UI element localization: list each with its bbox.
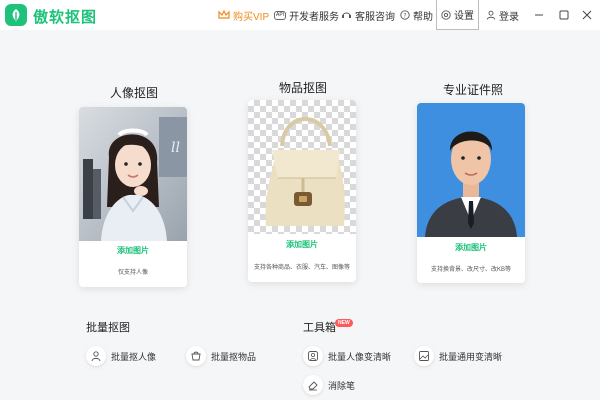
batch-object-label: 批量抠物品 bbox=[211, 351, 257, 362]
svg-text:ll: ll bbox=[171, 140, 180, 156]
title-bar: 傲软抠图 购买VIP API 开发者服务 客服咨询 ? 帮助 设置 登录 bbox=[0, 0, 600, 30]
id-photo-sample-image bbox=[417, 103, 525, 237]
batch-general-enhance-button[interactable]: 批量通用变清晰 bbox=[414, 345, 502, 367]
object-add-image-button[interactable]: 添加图片 bbox=[248, 239, 356, 250]
minimize-button[interactable] bbox=[531, 7, 547, 23]
object-desc: 支持各种商品、衣服、汽车、图像等 bbox=[253, 265, 350, 271]
id-photo-title: 专业证件照 bbox=[443, 83, 504, 97]
id-photo-desc: 支持换背景、改尺寸、改KB等 bbox=[430, 267, 511, 273]
help-button[interactable]: ? 帮助 bbox=[400, 7, 433, 23]
settings-button[interactable]: 设置 bbox=[436, 0, 479, 30]
maximize-icon bbox=[559, 10, 569, 20]
image-enhance-icon bbox=[414, 346, 434, 366]
portrait-sample-image: ll bbox=[79, 107, 187, 241]
batch-portrait-enhance-label: 批量人像变清晰 bbox=[328, 351, 392, 362]
developer-service-label: 开发者服务 bbox=[289, 11, 340, 23]
customer-service-button[interactable]: 客服咨询 bbox=[341, 7, 395, 23]
batch-portrait-enhance-button[interactable]: 批量人像变清晰 bbox=[303, 345, 391, 367]
help-label: 帮助 bbox=[413, 11, 433, 23]
object-cutout-card[interactable]: 添加图片 支持各种商品、衣服、汽车、图像等 bbox=[248, 100, 356, 282]
portrait-add-image-button[interactable]: 添加图片 bbox=[79, 245, 187, 256]
toolbox-section-title: 工具箱 bbox=[303, 322, 336, 334]
bag-sample-image bbox=[248, 100, 356, 234]
batch-object-icon bbox=[186, 346, 206, 366]
gear-icon bbox=[441, 9, 451, 20]
batch-object-button[interactable]: 批量抠物品 bbox=[186, 345, 256, 367]
portrait-enhance-icon bbox=[303, 346, 323, 366]
batch-section-title: 批量抠图 bbox=[86, 322, 130, 334]
portrait-cutout-title: 人像抠图 bbox=[110, 86, 159, 100]
id-photo-card[interactable]: 添加图片 支持换背景、改尺寸、改KB等 bbox=[417, 103, 525, 283]
portrait-desc: 仅支持人像 bbox=[117, 270, 148, 276]
customer-service-label: 客服咨询 bbox=[355, 11, 395, 23]
crown-icon bbox=[218, 10, 230, 19]
help-icon: ? bbox=[400, 10, 410, 20]
headset-icon bbox=[342, 12, 351, 18]
batch-portrait-label: 批量抠人像 bbox=[111, 351, 157, 362]
object-cutout-title: 物品抠图 bbox=[279, 81, 328, 95]
maximize-button[interactable] bbox=[556, 7, 572, 23]
close-icon bbox=[582, 10, 592, 20]
app-name: 傲软抠图 bbox=[33, 9, 98, 26]
user-icon bbox=[486, 10, 496, 20]
batch-portrait-icon bbox=[86, 346, 106, 366]
close-button[interactable] bbox=[579, 7, 595, 23]
buy-vip-label: 购买VIP bbox=[233, 11, 270, 23]
batch-portrait-button[interactable]: 批量抠人像 bbox=[86, 345, 156, 367]
portrait-cutout-card[interactable]: ll 添加图片 仅支持人像 bbox=[79, 107, 187, 287]
buy-vip-button[interactable]: 购买VIP bbox=[218, 7, 269, 23]
login-label: 登录 bbox=[499, 11, 519, 23]
eraser-pen-label: 消除笔 bbox=[328, 380, 356, 391]
eraser-pen-button[interactable]: 消除笔 bbox=[303, 374, 355, 396]
app-logo-icon bbox=[5, 4, 27, 26]
settings-label: 设置 bbox=[454, 11, 474, 22]
developer-service-button[interactable]: API 开发者服务 bbox=[274, 7, 339, 23]
new-badge: NEW bbox=[335, 319, 353, 327]
svg-text:?: ? bbox=[403, 12, 406, 19]
id-photo-add-image-button[interactable]: 添加图片 bbox=[417, 242, 525, 253]
eraser-icon bbox=[303, 375, 323, 395]
batch-general-enhance-label: 批量通用变清晰 bbox=[439, 351, 503, 362]
api-icon: API bbox=[274, 10, 287, 20]
login-button[interactable]: 登录 bbox=[486, 7, 519, 23]
minimize-icon bbox=[535, 14, 543, 16]
